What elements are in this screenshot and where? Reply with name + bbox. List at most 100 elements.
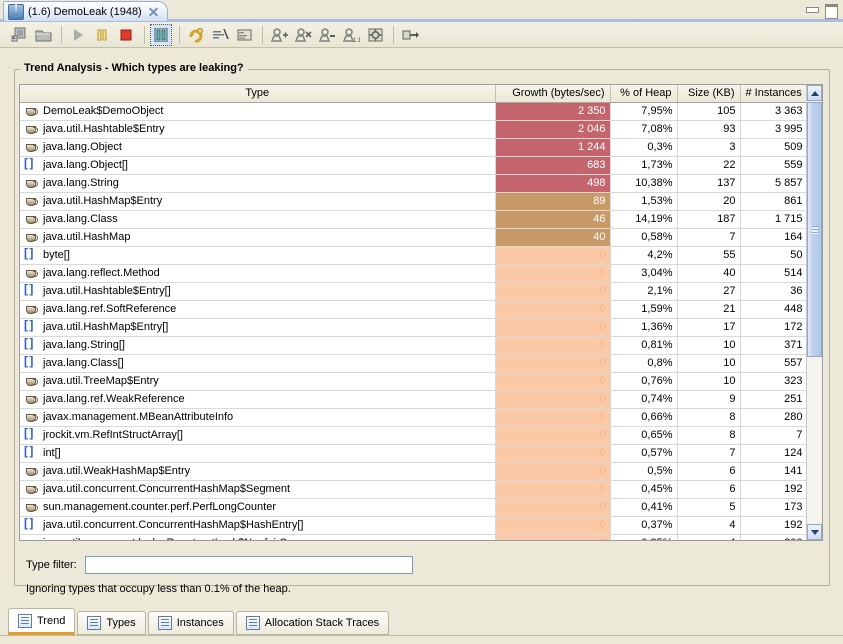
cell-heap-percent[interactable]: 0,81% — [610, 336, 678, 355]
cell-size-kb[interactable]: 10 — [677, 372, 741, 391]
cell-heap-percent[interactable]: 0,57% — [610, 444, 678, 463]
cell-type[interactable]: java.lang.Object[] — [20, 156, 496, 175]
cell-growth[interactable]: 0 — [495, 498, 611, 517]
cell-heap-percent[interactable]: 0,66% — [610, 408, 678, 427]
column-header-growth[interactable]: Growth (bytes/sec) — [495, 85, 611, 103]
cell-growth[interactable]: 0 — [495, 300, 611, 319]
cell-instances[interactable]: 200 — [740, 534, 808, 540]
cell-growth[interactable]: 40 — [495, 228, 611, 247]
cell-type[interactable]: java.util.WeakHashMap$Entry — [20, 462, 496, 481]
table-row[interactable]: java.lang.String[] 00,81%10371 — [20, 336, 808, 355]
cell-growth[interactable]: 0 — [495, 534, 611, 540]
cell-growth[interactable]: 46 — [495, 210, 611, 229]
cell-instances[interactable]: 141 — [740, 462, 808, 481]
cell-instances[interactable]: 557 — [740, 354, 808, 373]
table-vertical-scrollbar[interactable] — [806, 85, 822, 540]
cell-growth[interactable]: 0 — [495, 390, 611, 409]
minus-watch-icon[interactable] — [316, 24, 338, 46]
cell-type[interactable]: byte[] — [20, 246, 496, 265]
view-tab-demoleak[interactable]: (1.6) DemoLeak (1948) — [3, 1, 168, 21]
cell-instances[interactable]: 192 — [740, 480, 808, 499]
settings-icon[interactable] — [364, 24, 386, 46]
cell-instances[interactable]: 448 — [740, 300, 808, 319]
cell-size-kb[interactable]: 40 — [677, 264, 741, 283]
cell-type[interactable]: sun.management.counter.perf.PerfLongCoun… — [20, 498, 496, 517]
type-filter-input[interactable] — [84, 556, 413, 574]
table-row[interactable]: byte[] 04,2%5550 — [20, 246, 808, 265]
column-header-heap[interactable]: % of Heap — [610, 85, 678, 103]
cell-instances[interactable]: 509 — [740, 138, 808, 157]
cell-type[interactable]: java.util.concurrent.locks.ReentrantLock… — [20, 534, 496, 540]
cell-heap-percent[interactable]: 4,2% — [610, 246, 678, 265]
table-row[interactable]: java.lang.Object 1 244 0,3% 3 509 — [20, 138, 808, 157]
cell-growth[interactable]: 683 — [495, 156, 611, 175]
cell-growth[interactable]: 0 — [495, 426, 611, 445]
cell-growth[interactable]: 0 — [495, 318, 611, 337]
cell-heap-percent[interactable]: 0,76% — [610, 372, 678, 391]
cell-heap-percent[interactable]: 14,19% — [610, 210, 678, 229]
cell-heap-percent[interactable]: 0,65% — [610, 426, 678, 445]
cell-heap-percent[interactable]: 1,73% — [610, 156, 678, 175]
add-watch-icon[interactable] — [268, 24, 290, 46]
cell-type[interactable]: javax.management.MBeanAttributeInfo — [20, 408, 496, 427]
cell-heap-percent[interactable]: 0,41% — [610, 498, 678, 517]
cell-growth[interactable]: 498 — [495, 174, 611, 193]
tab-allocation-stack-traces[interactable]: Allocation Stack Traces — [235, 611, 390, 635]
cell-instances[interactable]: 192 — [740, 516, 808, 535]
table-row[interactable]: java.lang.reflect.Method 0 3,04% 40 514 — [20, 264, 808, 283]
cell-type[interactable]: java.util.concurrent.ConcurrentHashMap$H… — [20, 516, 496, 535]
cell-type[interactable]: java.util.HashMap — [20, 228, 496, 247]
table-row[interactable]: java.util.concurrent.locks.ReentrantLock… — [20, 534, 808, 540]
tab-types[interactable]: Types — [77, 611, 146, 635]
cell-type[interactable]: java.lang.reflect.Method — [20, 264, 496, 283]
cell-instances[interactable]: 251 — [740, 390, 808, 409]
cell-growth[interactable]: 0 — [495, 480, 611, 499]
cell-type[interactable]: java.lang.String[] — [20, 336, 496, 355]
cell-size-kb[interactable]: 7 — [677, 444, 741, 463]
cell-type[interactable]: int[] — [20, 444, 496, 463]
table-row[interactable]: int[] 00,57%7124 — [20, 444, 808, 463]
table-row[interactable]: sun.management.counter.perf.PerfLongCoun… — [20, 498, 808, 517]
column-header-type[interactable]: Type — [20, 85, 496, 103]
cell-instances[interactable]: 5 857 — [740, 174, 808, 193]
cell-heap-percent[interactable]: 7,95% — [610, 102, 678, 121]
minimize-icon[interactable] — [805, 3, 819, 16]
cell-size-kb[interactable]: 27 — [677, 282, 741, 301]
cell-heap-percent[interactable]: 3,04% — [610, 264, 678, 283]
cell-heap-percent[interactable]: 0,3% — [610, 138, 678, 157]
cell-size-kb[interactable]: 6 — [677, 480, 741, 499]
pause-icon[interactable] — [91, 24, 113, 46]
table-row[interactable]: java.util.concurrent.ConcurrentHashMap$H… — [20, 516, 808, 535]
table-row[interactable]: DemoLeak$DemoObject 2 350 7,95% 105 3 363 — [20, 102, 808, 121]
scroll-up-icon[interactable] — [807, 85, 822, 101]
cell-type[interactable]: java.util.TreeMap$Entry — [20, 372, 496, 391]
cell-heap-percent[interactable]: 1,59% — [610, 300, 678, 319]
tab-instances[interactable]: Instances — [147, 611, 234, 635]
cell-size-kb[interactable]: 20 — [677, 192, 741, 211]
cell-heap-percent[interactable]: 0,58% — [610, 228, 678, 247]
cell-size-kb[interactable]: 10 — [677, 354, 741, 373]
table-row[interactable]: java.util.HashMap$Entry[] 01,36%17172 — [20, 318, 808, 337]
column-header-instances[interactable]: # Instances — [740, 85, 808, 103]
cell-instances[interactable]: 323 — [740, 372, 808, 391]
table-row[interactable]: java.lang.Class 46 14,19% 187 1 715 — [20, 210, 808, 229]
cell-size-kb[interactable]: 4 — [677, 534, 741, 540]
table-row[interactable]: java.util.HashMap$Entry 89 1,53% 20 861 — [20, 192, 808, 211]
cell-growth[interactable]: 0 — [495, 516, 611, 535]
cell-type[interactable]: java.util.HashMap$Entry[] — [20, 318, 496, 337]
cell-instances[interactable]: 559 — [740, 156, 808, 175]
cell-heap-percent[interactable]: 7,08% — [610, 120, 678, 139]
cell-instances[interactable]: 514 — [740, 264, 808, 283]
table-row[interactable]: java.util.HashMap 40 0,58% 7 164 — [20, 228, 808, 247]
cell-size-kb[interactable]: 7 — [677, 228, 741, 247]
cell-growth[interactable]: 0 — [495, 372, 611, 391]
table-row[interactable]: javax.management.MBeanAttributeInfo 0 0,66… — [20, 408, 808, 427]
memleak-detector-icon[interactable] — [150, 23, 172, 46]
table-row[interactable]: jrockit.vm.RefIntStructArray[] 00,65%87 — [20, 426, 808, 445]
table-row[interactable]: java.util.Hashtable$Entry[] 02,1%2736 — [20, 282, 808, 301]
cell-size-kb[interactable]: 3 — [677, 138, 741, 157]
tab-trend[interactable]: Trend — [8, 608, 76, 635]
cell-growth[interactable]: 0 — [495, 264, 611, 283]
cell-instances[interactable]: 1 715 — [740, 210, 808, 229]
cell-size-kb[interactable]: 17 — [677, 318, 741, 337]
